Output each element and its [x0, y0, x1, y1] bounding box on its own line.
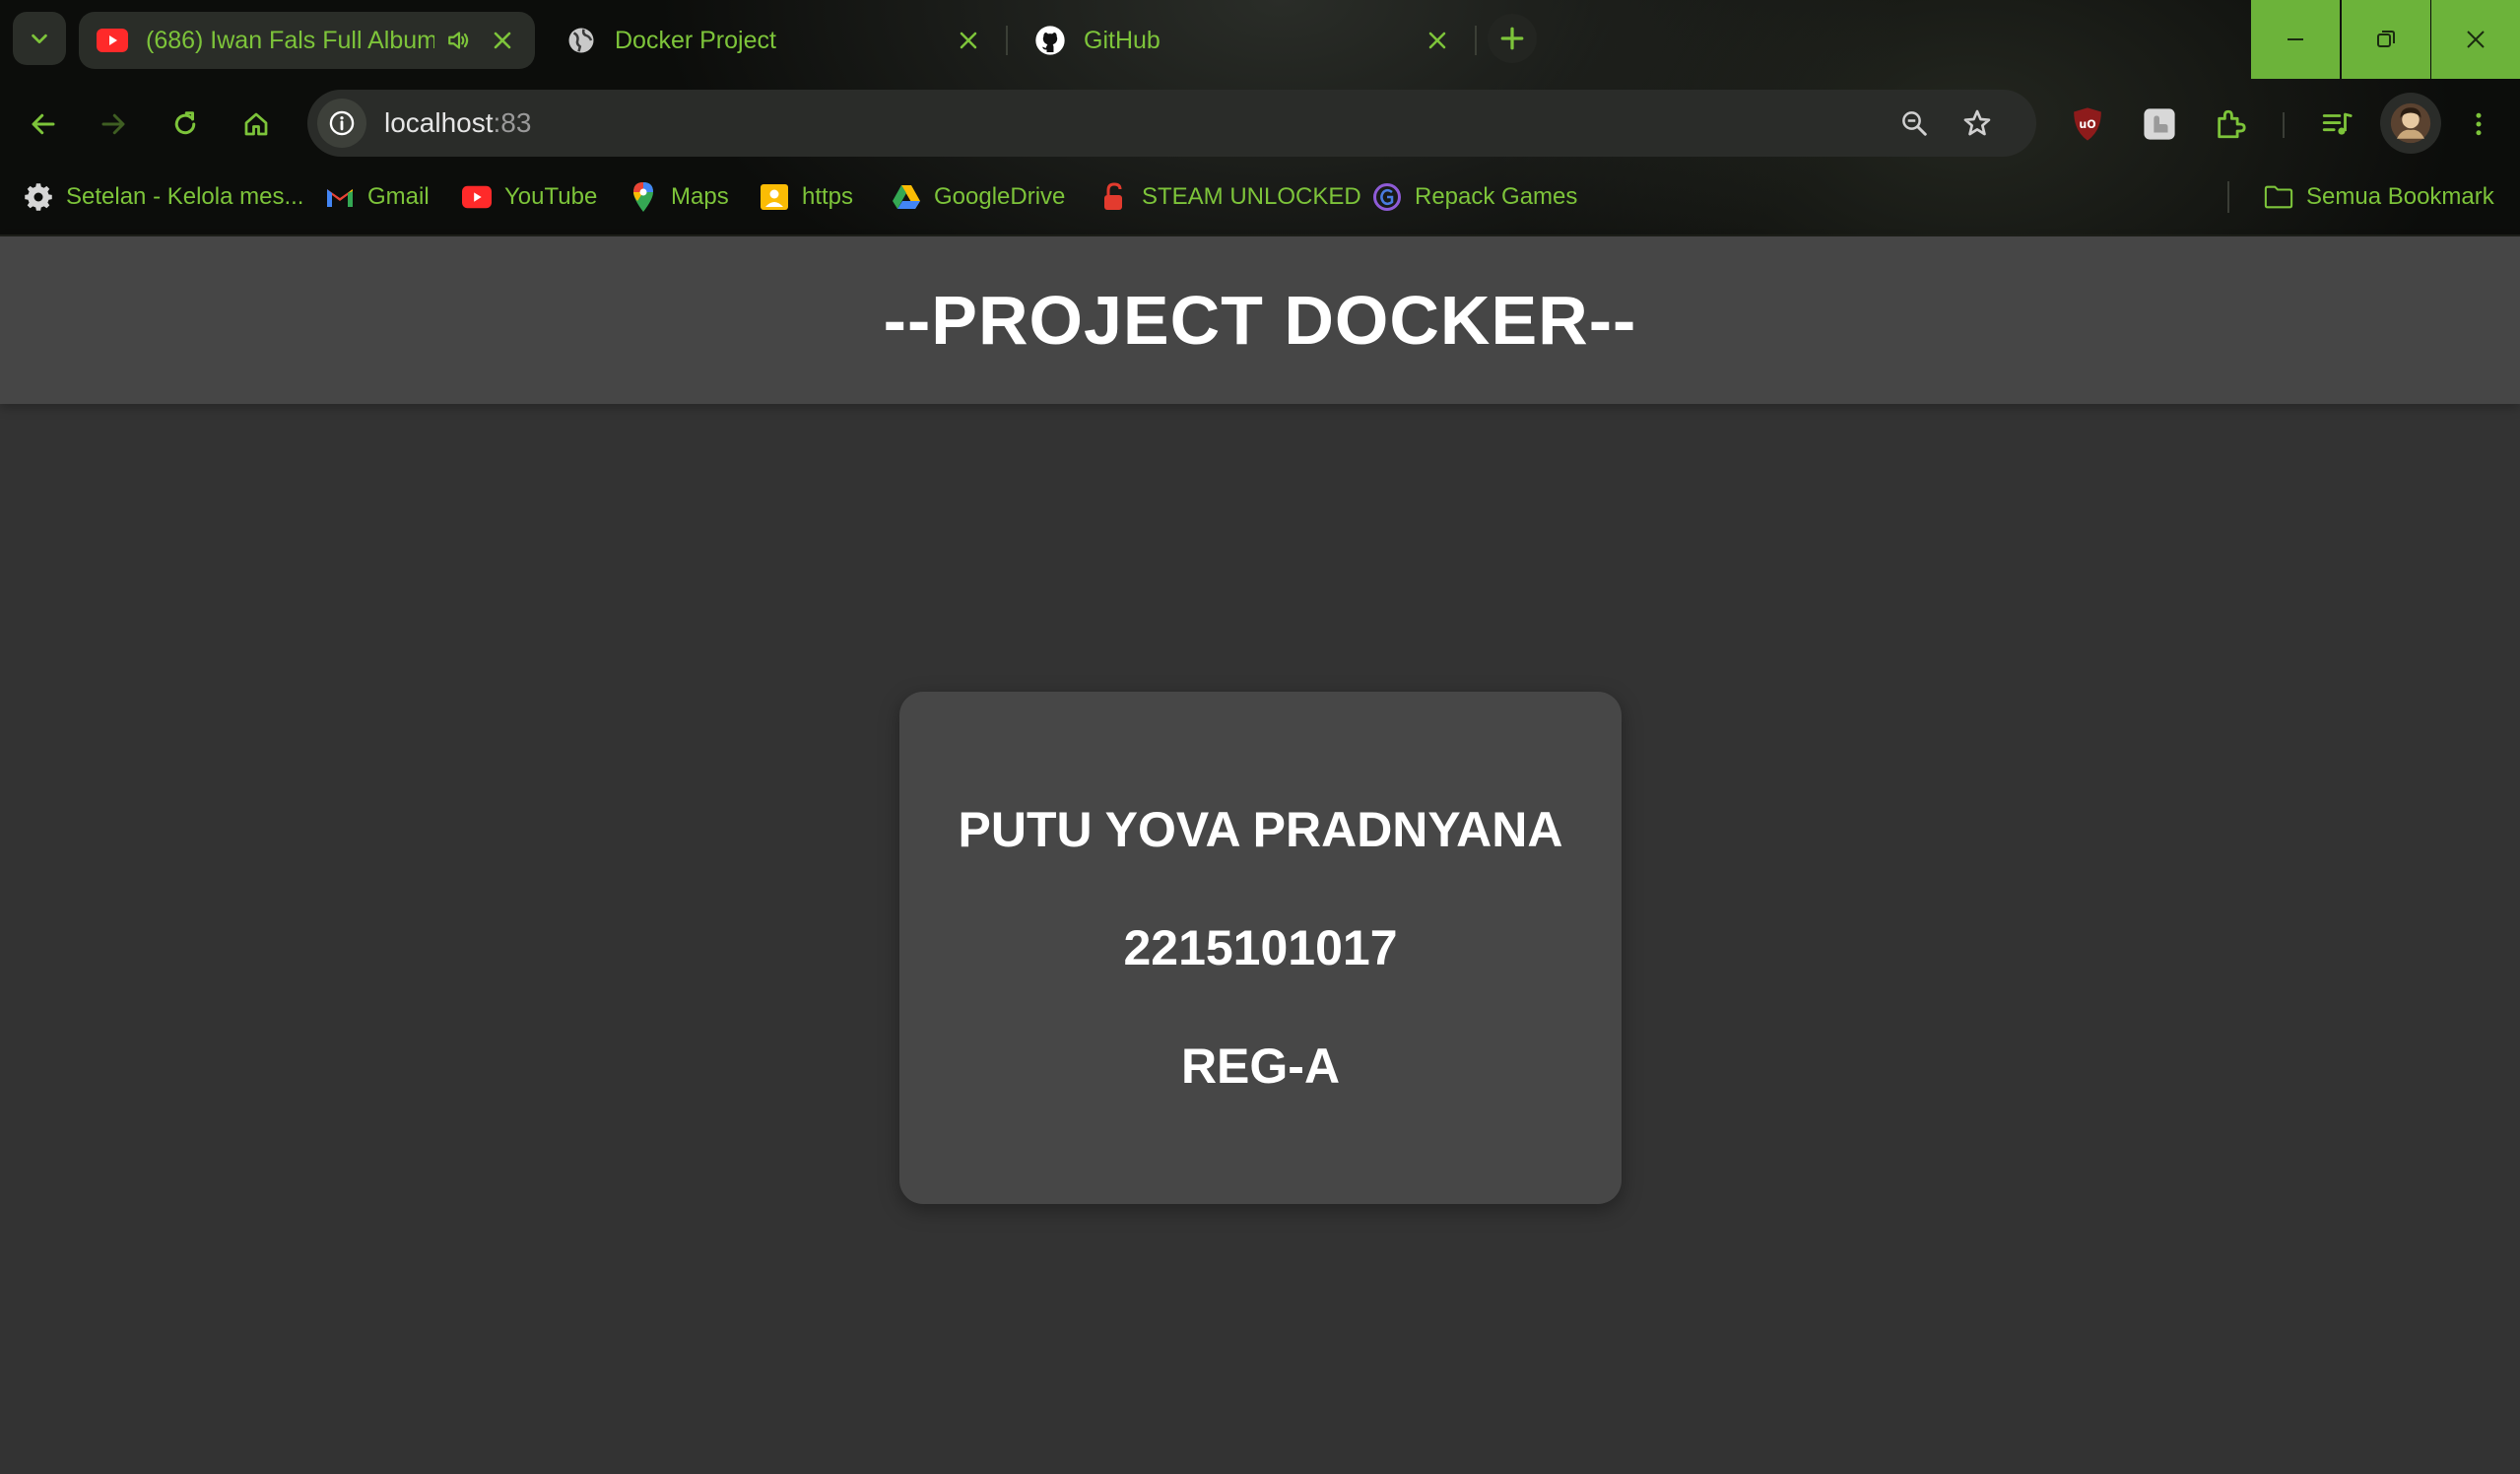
arrow-left-icon [32, 113, 55, 135]
bookmark-label: GoogleDrive [934, 183, 1066, 210]
playlist-music-icon [2322, 112, 2353, 135]
student-id: 2215101017 [1123, 920, 1398, 975]
github-icon [1034, 25, 1066, 56]
all-bookmarks-folder[interactable]: Semua Bookmark [2264, 177, 2494, 217]
bookmark-maps[interactable]: Maps [629, 177, 729, 217]
browser-chrome: (686) Iwan Fals Full Album T Docker Proj… [0, 0, 2520, 236]
bookmark-steam-unlocked[interactable]: STEAM UNLOCKED [1099, 177, 1361, 217]
gear-icon [24, 182, 53, 212]
bookmark-repack-games[interactable]: Repack Games [1372, 177, 1577, 217]
site-info-button[interactable] [317, 99, 366, 148]
bookmark-googledrive[interactable]: GoogleDrive [892, 177, 1065, 217]
extension-button[interactable] [2134, 99, 2185, 150]
forward-button[interactable] [86, 97, 141, 152]
avatar-icon [2390, 102, 2431, 144]
restore-icon [2377, 31, 2395, 47]
maps-pin-icon [629, 182, 658, 212]
student-info-card: PUTU YOVA PRADNYANA 2215101017 REG-A [899, 692, 1622, 1204]
bookmark-https[interactable]: https [760, 177, 853, 217]
plus-icon [1500, 27, 1524, 50]
media-control-button[interactable] [2311, 99, 2362, 150]
gmail-icon [325, 182, 355, 212]
tab-youtube[interactable]: (686) Iwan Fals Full Album T [79, 12, 535, 69]
tab-close-icon[interactable] [1423, 26, 1452, 55]
reload-button[interactable] [158, 97, 213, 152]
tab-separator [1006, 26, 1008, 55]
speaker-icon[interactable] [444, 26, 474, 55]
bookmark-gmail[interactable]: Gmail [325, 177, 430, 217]
star-icon [1963, 109, 1991, 136]
rg-logo-icon [1372, 182, 1402, 212]
url-port: :83 [493, 107, 532, 138]
youtube-icon [97, 25, 128, 56]
ublock-shield-icon: uO [2074, 107, 2101, 141]
tab-search-button[interactable] [13, 12, 66, 65]
bookmark-label: https [802, 183, 854, 210]
ublock-extension[interactable]: uO [2062, 99, 2113, 150]
google-drive-icon [892, 182, 921, 212]
tab-github[interactable]: GitHub [1017, 12, 1470, 69]
student-class: REG-A [1180, 1038, 1341, 1094]
puzzle-icon [2218, 109, 2246, 139]
chrome-menu-button[interactable] [2453, 99, 2504, 150]
minimize-button[interactable] [2251, 0, 2340, 79]
image-icon [760, 182, 789, 212]
bookmark-label: Maps [671, 183, 729, 210]
back-button[interactable] [16, 97, 71, 152]
minimize-icon [2288, 38, 2303, 40]
bookmark-setelan[interactable]: Setelan - Kelola mes... [24, 177, 303, 217]
bookmark-label: STEAM UNLOCKED [1142, 183, 1361, 210]
zoom-out-icon [1902, 111, 1927, 136]
reload-icon [174, 111, 196, 135]
bookmark-label: Gmail [367, 183, 430, 210]
profile-button[interactable] [2380, 93, 2441, 154]
youtube-icon [462, 182, 492, 212]
page-header: --PROJECT DOCKER-- [0, 236, 2520, 404]
navigation-bar: localhost:83 uO [0, 87, 2520, 162]
toolbar-separator [2283, 112, 2285, 138]
tab-title: Docker Project [615, 26, 776, 54]
tab-title: GitHub [1084, 26, 1161, 54]
url-host: localhost [384, 107, 494, 138]
home-button[interactable] [229, 97, 284, 152]
info-icon [329, 110, 355, 136]
bookmark-youtube[interactable]: YouTube [462, 177, 597, 217]
more-vert-icon [2476, 112, 2482, 136]
address-bar[interactable]: localhost:83 [307, 90, 2036, 157]
globe-icon [565, 25, 597, 56]
tab-close-icon[interactable] [488, 26, 517, 55]
all-bookmarks-label: Semua Bookmark [2306, 183, 2494, 210]
svg-text:uO: uO [2079, 118, 2095, 131]
tab-title: (686) Iwan Fals Full Album T [146, 26, 434, 54]
tab-strip: (686) Iwan Fals Full Album T Docker Proj… [0, 0, 2520, 79]
extensions-menu-button[interactable] [2205, 99, 2256, 150]
page-title: --PROJECT DOCKER-- [883, 282, 1637, 359]
bookmark-star-button[interactable] [1953, 99, 2002, 148]
bookmark-label: Repack Games [1415, 183, 1578, 210]
new-tab-button[interactable] [1488, 14, 1537, 63]
restore-button[interactable] [2342, 0, 2430, 79]
student-name: PUTU YOVA PRADNYANA [958, 802, 1563, 857]
bookmarks-separator [2227, 181, 2229, 213]
arrow-right-icon [101, 113, 125, 135]
close-window-button[interactable] [2431, 0, 2520, 79]
tab-separator [1475, 26, 1477, 55]
extension-app-icon [2144, 108, 2175, 140]
zoom-button[interactable] [1890, 99, 1939, 148]
tab-close-icon[interactable] [954, 26, 983, 55]
bookmark-label: YouTube [504, 183, 598, 210]
url-text: localhost:83 [384, 107, 531, 139]
chevron-down-icon [32, 34, 47, 44]
bookmarks-bar: Setelan - Kelola mes... Gmail YouTube Ma… [0, 169, 2520, 225]
folder-icon [2264, 182, 2293, 212]
home-icon [244, 112, 268, 136]
bookmark-label: Setelan - Kelola mes... [66, 183, 304, 210]
tab-docker-project[interactable]: Docker Project [548, 12, 1001, 69]
close-icon [2467, 31, 2485, 48]
unlock-icon [1099, 182, 1129, 212]
